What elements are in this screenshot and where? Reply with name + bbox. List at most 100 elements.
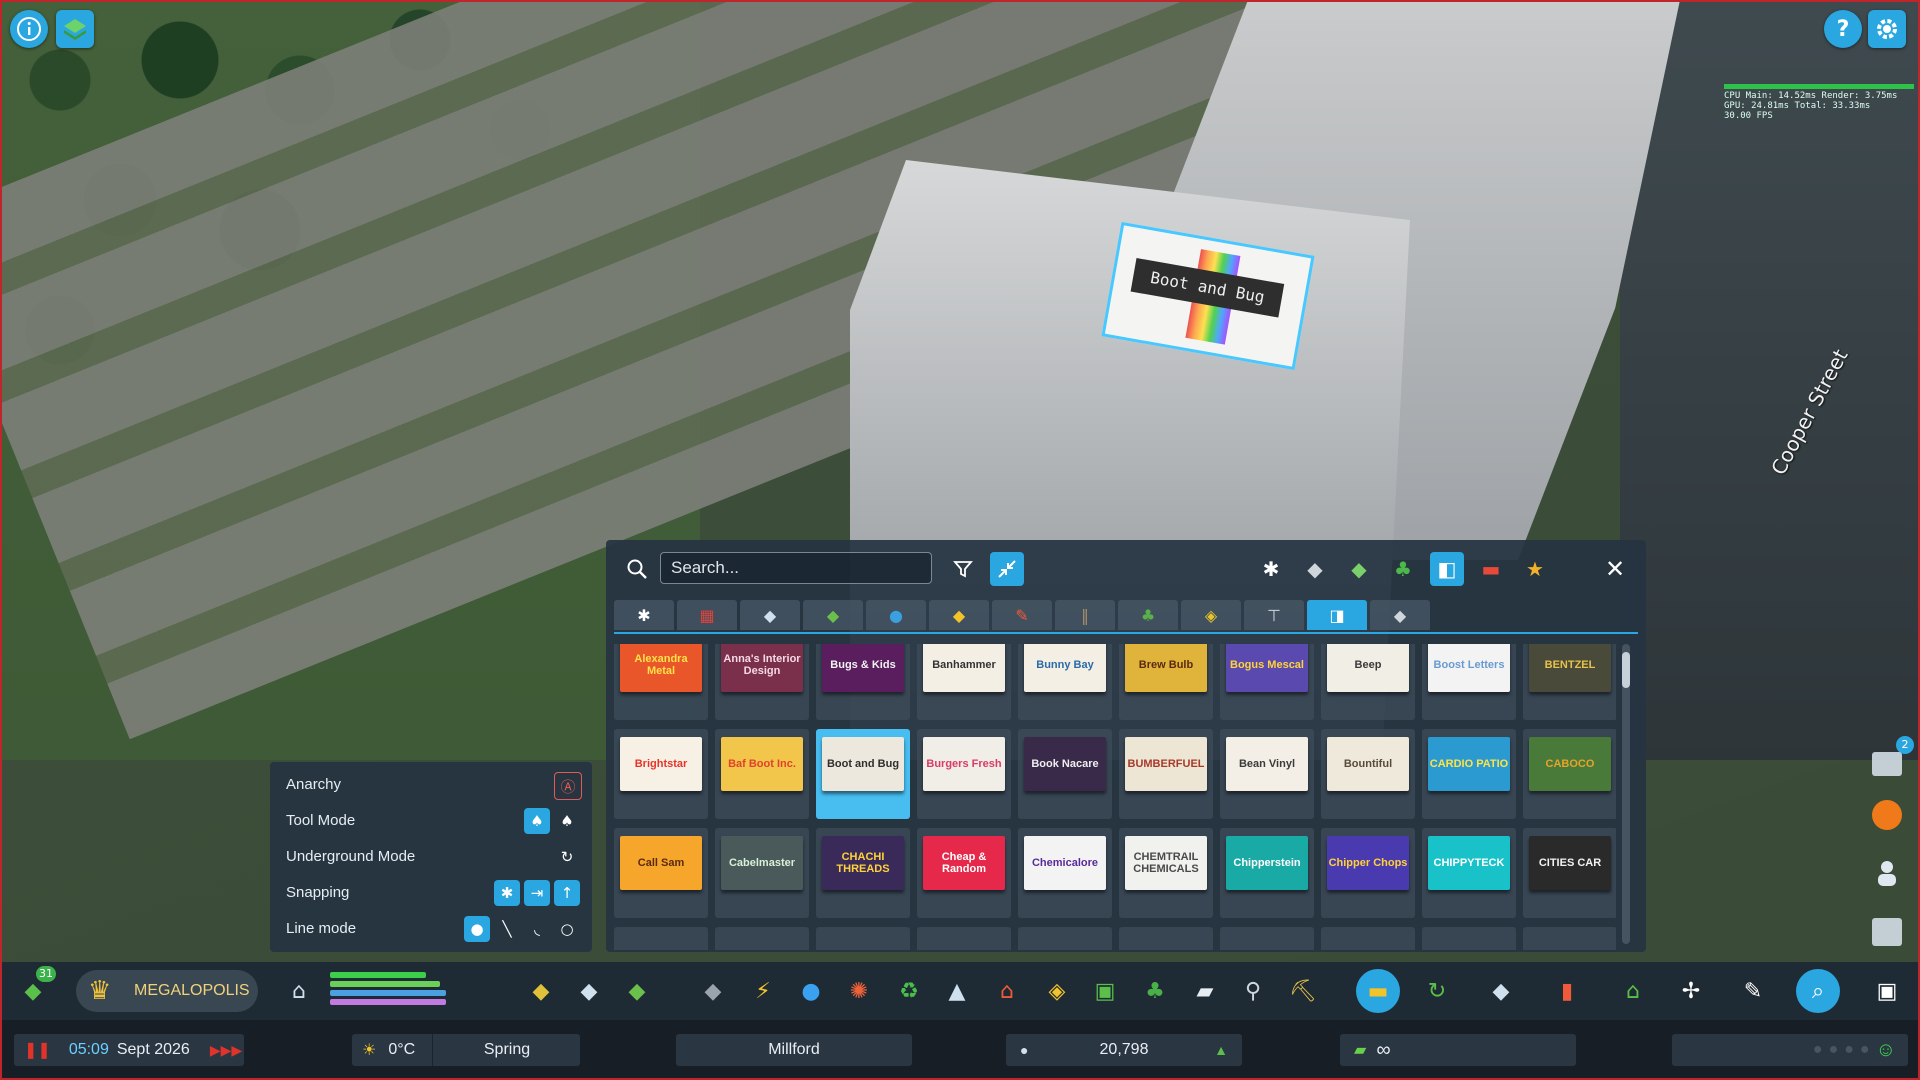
asset-tile[interactable]: Bountiful	[1321, 729, 1415, 819]
asset-tile[interactable]: Banhammer	[917, 644, 1011, 720]
speed-icon[interactable]: ▶▶▶	[210, 1042, 242, 1059]
asset-tile[interactable]: Bean Vinyl	[1220, 729, 1314, 819]
bulldoze-icon[interactable]: ↻	[1420, 974, 1454, 1008]
tab-trees[interactable]: ♣	[1118, 600, 1178, 630]
asset-tile-partial[interactable]	[1422, 927, 1516, 950]
signs-icon[interactable]: ◧	[1430, 552, 1464, 586]
asset-tile-partial[interactable]	[1523, 927, 1616, 950]
snap-all-icon[interactable]: ✱	[494, 880, 520, 906]
garbage-icon[interactable]: ♻	[892, 974, 926, 1008]
anarchy-icon[interactable]: Ⓐ	[554, 772, 582, 800]
move-icon[interactable]: ✢	[1674, 974, 1708, 1008]
brush-trees-icon[interactable]: ♠	[554, 808, 580, 834]
citizen-icon[interactable]	[1872, 858, 1902, 888]
terrain-icon[interactable]: ◆	[1342, 552, 1376, 586]
tab-all[interactable]: ✱	[614, 600, 674, 630]
transport-icon[interactable]: ▣	[1088, 974, 1122, 1008]
city-name-text[interactable]: Millford	[676, 1034, 912, 1066]
info-icon[interactable]	[10, 10, 48, 48]
asset-tile[interactable]: Chemicalore	[1018, 828, 1112, 918]
tab-industry[interactable]: ◆	[929, 600, 989, 630]
asset-tile[interactable]: Brightstar	[614, 729, 708, 819]
map-layers-icon[interactable]	[56, 10, 94, 48]
underground-icon[interactable]: ↻	[554, 844, 580, 870]
asset-tile[interactable]: Chipperstein	[1220, 828, 1314, 918]
roads-icon[interactable]: ◆	[696, 974, 730, 1008]
asset-tile[interactable]: CARDIO PATIO	[1422, 729, 1516, 819]
asset-tile[interactable]: Boot and Bug	[816, 729, 910, 819]
all-assets-icon[interactable]: ✱	[1254, 552, 1288, 586]
scrollbar-thumb[interactable]	[1622, 652, 1630, 688]
single-tree-icon[interactable]: ♠	[524, 808, 550, 834]
asset-tile[interactable]: CHEMTRAIL CHEMICALS	[1119, 828, 1213, 918]
snap-to-line-icon[interactable]: ⇥	[524, 880, 550, 906]
tab-misc[interactable]: ✎	[992, 600, 1052, 630]
asset-tile[interactable]: Bugs & Kids	[816, 644, 910, 720]
surfaces-icon[interactable]: ◆	[1298, 552, 1332, 586]
gear-icon[interactable]	[1868, 10, 1906, 48]
milestone-button[interactable]: ♛ MEGALOPOLIS	[76, 970, 258, 1012]
communications-icon[interactable]: ▰	[1188, 974, 1222, 1008]
journal-icon[interactable]	[1872, 918, 1902, 946]
parks-icon[interactable]: ♣	[1138, 974, 1172, 1008]
asset-tile[interactable]: Burgers Fresh	[917, 729, 1011, 819]
eyedropper-icon[interactable]: ✎	[1736, 974, 1770, 1008]
point-mode-icon[interactable]: ●	[464, 916, 490, 942]
filter-icon[interactable]	[946, 552, 980, 586]
fire-alert-icon[interactable]	[1872, 800, 1902, 830]
asset-scrollbar[interactable]	[1622, 644, 1630, 944]
asset-tile[interactable]: Bogus Mescal	[1220, 644, 1314, 720]
city-info-icon[interactable]: ⌂	[282, 974, 316, 1008]
asset-tile[interactable]: Call Sam	[614, 828, 708, 918]
water-icon[interactable]: ●	[794, 974, 828, 1008]
asset-tile[interactable]: Brew Bulb	[1119, 644, 1213, 720]
tab-lights[interactable]: ⊤	[1244, 600, 1304, 630]
asset-tile[interactable]: Beep	[1321, 644, 1415, 720]
trees-icon[interactable]: ♣	[1386, 552, 1420, 586]
asset-editor-icon[interactable]: ▬	[1356, 969, 1400, 1013]
asset-tile[interactable]: Boost Letters	[1422, 644, 1516, 720]
asset-tile-partial[interactable]	[1119, 927, 1213, 950]
asset-tile-partial[interactable]	[1018, 927, 1112, 950]
tab-surfaces[interactable]: ◆	[740, 600, 800, 630]
asset-tile-partial[interactable]	[715, 927, 809, 950]
asset-tile-partial[interactable]	[1321, 927, 1415, 950]
map-tiles-icon[interactable]: ◆	[1484, 974, 1518, 1008]
asset-tile[interactable]: CABOCO	[1523, 729, 1616, 819]
asset-tile[interactable]: Baf Boot Inc.	[715, 729, 809, 819]
terraform-icon[interactable]: ⛏	[1286, 974, 1320, 1008]
asset-tile-partial[interactable]	[614, 927, 708, 950]
tab-props[interactable]: ▦	[677, 600, 737, 630]
electricity-icon[interactable]: ⚡	[746, 974, 780, 1008]
asset-tile[interactable]: CHIPPYTECK	[1422, 828, 1516, 918]
landscaping-icon[interactable]: ◆	[620, 974, 654, 1008]
statistics-icon[interactable]: ▮	[1550, 974, 1584, 1008]
fire-icon[interactable]: ⌂	[990, 974, 1024, 1008]
tab-billboards[interactable]: ◨	[1307, 600, 1367, 630]
camera-icon[interactable]: ▣	[1870, 974, 1904, 1008]
health-icon[interactable]: ✺	[842, 974, 876, 1008]
snap-up-icon[interactable]: ↑	[554, 880, 580, 906]
asset-tile[interactable]: Chipper Chops	[1321, 828, 1415, 918]
pause-icon[interactable]: ❚❚	[24, 1040, 51, 1060]
tab-roads[interactable]: ◆	[1370, 600, 1430, 630]
asset-tile-partial[interactable]	[1220, 927, 1314, 950]
asset-tile[interactable]: BENTZEL	[1523, 644, 1616, 720]
landmarks-icon[interactable]: ⚲	[1236, 974, 1270, 1008]
asset-tile[interactable]: Anna's Interior Design	[715, 644, 809, 720]
happiness-box[interactable]: ● ● ● ● ☺	[1672, 1034, 1908, 1066]
asset-tile[interactable]: CITIES CAR	[1523, 828, 1616, 918]
asset-tile[interactable]: Bunny Bay	[1018, 644, 1112, 720]
economy-icon[interactable]: ⌂	[1616, 974, 1650, 1008]
asset-tile-partial[interactable]	[917, 927, 1011, 950]
straight-line-icon[interactable]: ╲	[494, 916, 520, 942]
asset-tile[interactable]: BUMBERFUEL	[1119, 729, 1213, 819]
collapse-icon[interactable]	[990, 552, 1024, 586]
search-tool-icon[interactable]: ⌕	[1796, 969, 1840, 1013]
circle-line-icon[interactable]: ○	[554, 916, 580, 942]
tab-parks[interactable]: ◆	[803, 600, 863, 630]
help-icon[interactable]: ?	[1824, 10, 1862, 48]
asset-tile[interactable]: Book Nacare	[1018, 729, 1112, 819]
asset-tile[interactable]: Cabelmaster	[715, 828, 809, 918]
asset-tile[interactable]: Cheap & Random	[917, 828, 1011, 918]
